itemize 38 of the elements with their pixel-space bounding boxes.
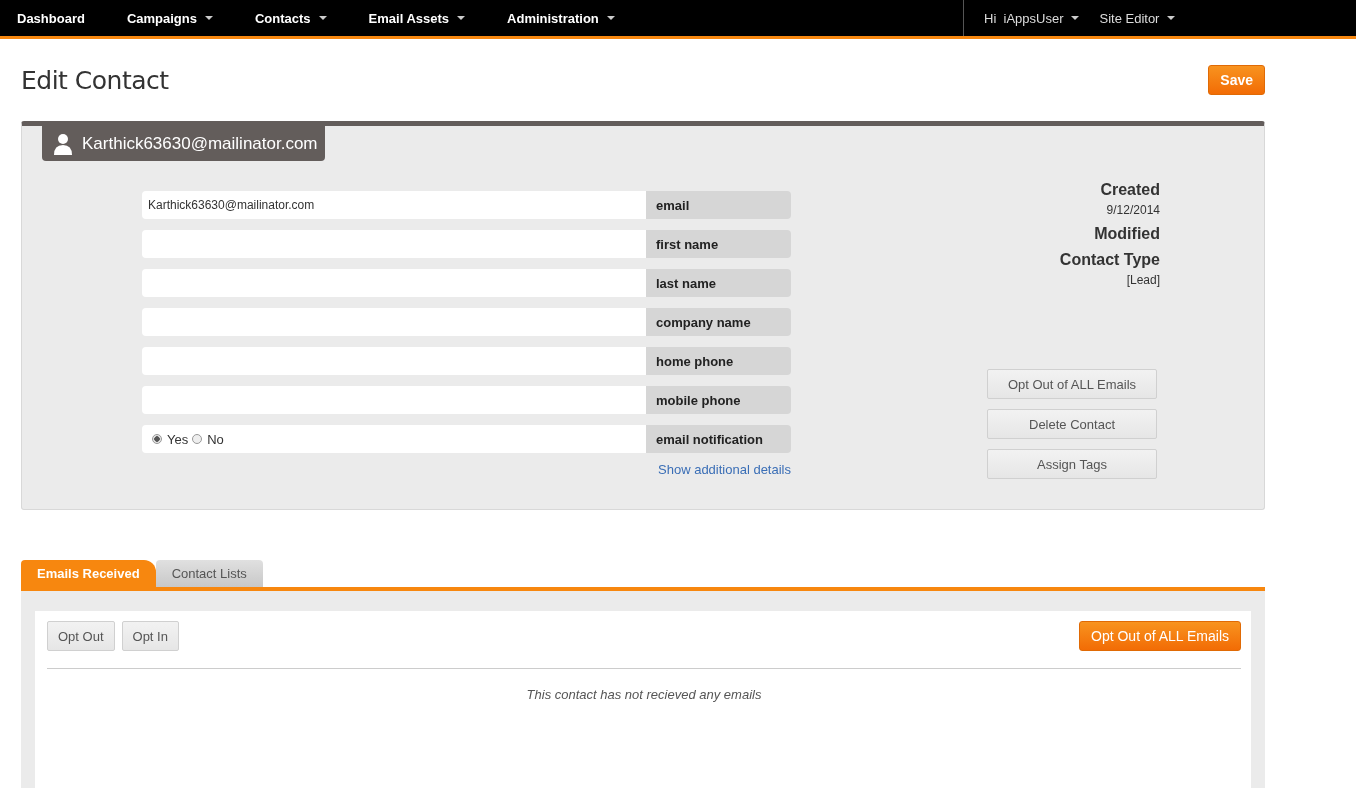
field-label: last name (646, 269, 791, 297)
field-label: home phone (646, 347, 791, 375)
page-title: Edit Contact (21, 65, 169, 95)
action-button[interactable]: Opt Out of ALL Emails (987, 369, 1157, 399)
action-button[interactable]: Assign Tags (987, 449, 1157, 479)
nav-item[interactable]: Administration (507, 0, 615, 36)
field-label: email notification (646, 425, 791, 453)
nav-item[interactable]: Campaigns (126, 0, 213, 36)
text-field[interactable]: Karthick63630@mailinator.com (142, 191, 646, 219)
nav-item[interactable]: Email Assets (368, 0, 466, 36)
user-menu-item[interactable]: Site Editor (1099, 0, 1176, 36)
text-field[interactable] (142, 230, 646, 258)
field-label: first name (646, 230, 791, 258)
tab[interactable]: Contact Lists (155, 560, 263, 587)
field-label: company name (646, 308, 791, 336)
text-field[interactable] (142, 269, 646, 297)
field-label: mobile phone (646, 386, 791, 414)
person-icon (54, 132, 72, 155)
info-label: Contact Type (1058, 251, 1160, 269)
toolbar-button[interactable]: Opt Out (47, 621, 115, 651)
nav-item[interactable]: Dashboard (17, 0, 85, 36)
info-label: Created (1099, 181, 1160, 199)
action-button[interactable]: Delete Contact (987, 409, 1157, 439)
empty-message: This contact has not recieved any emails (525, 687, 763, 702)
text-field[interactable] (142, 347, 646, 375)
user-menu-item[interactable]: Hi iAppsUser (984, 0, 1080, 36)
contact-email-heading: Karthick63630@mailinator.com (82, 133, 318, 154)
show-details-link[interactable]: Show additional details (658, 462, 791, 477)
radio-option[interactable]: Yes (152, 431, 189, 447)
text-field[interactable] (142, 308, 646, 336)
info-label: Modified (1093, 225, 1160, 243)
toolbar-button[interactable]: Opt In (121, 621, 179, 651)
nav-item[interactable]: Contacts (255, 0, 327, 36)
radio-option[interactable]: No (192, 431, 224, 447)
text-field[interactable] (142, 386, 646, 414)
info-value: [Lead] (1125, 273, 1160, 287)
field-label: email (646, 191, 791, 219)
info-value: 9/12/2014 (1105, 203, 1160, 217)
